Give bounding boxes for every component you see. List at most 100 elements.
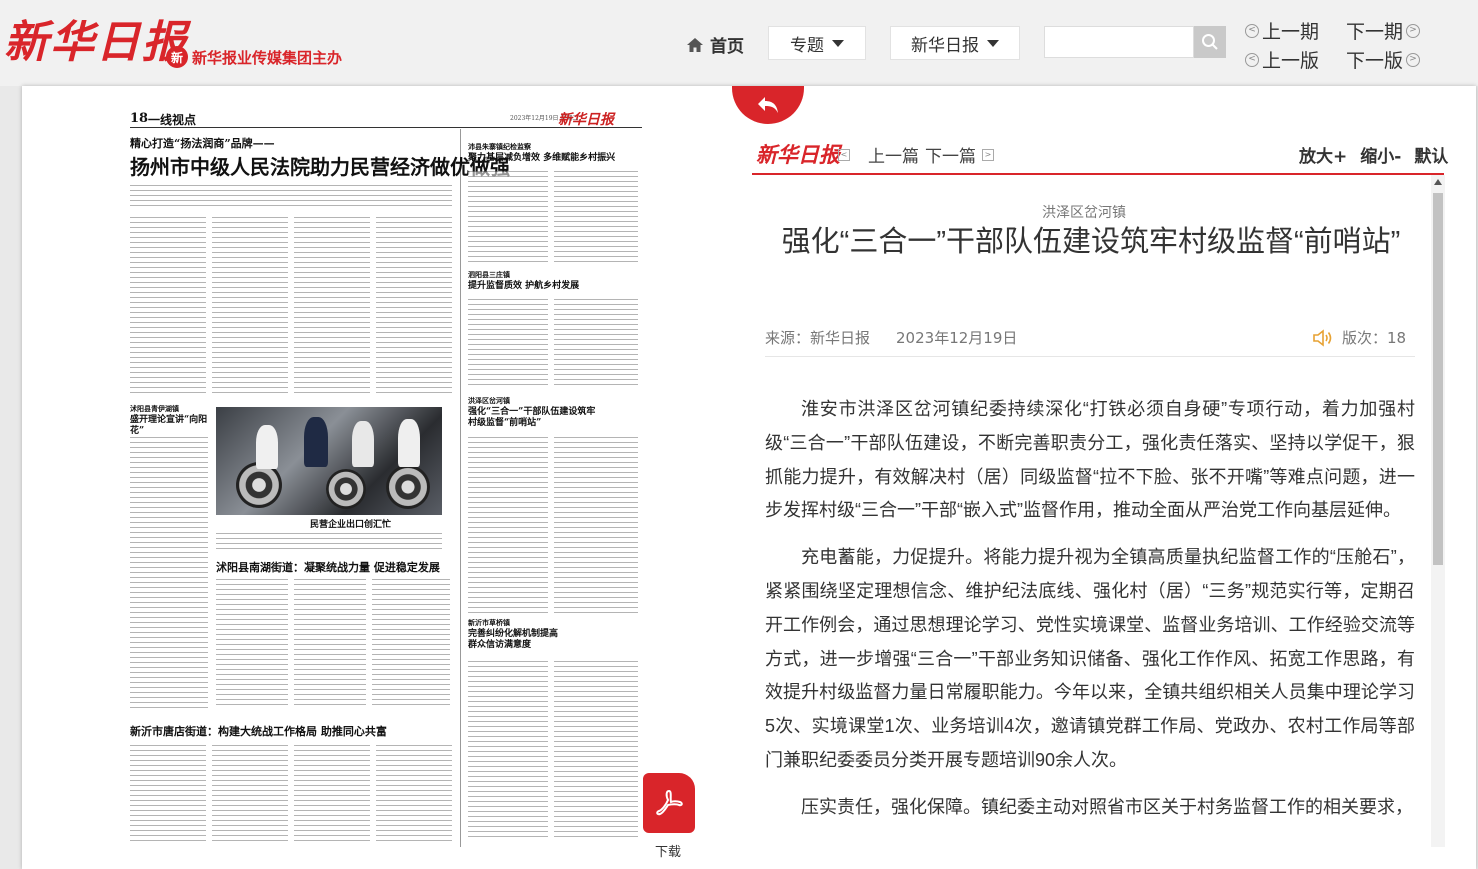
right-kicker-1: 沛县朱寨镇纪检监察	[468, 142, 531, 151]
body-text-block	[130, 437, 208, 709]
chevron-right-icon: >	[982, 148, 994, 161]
download-label[interactable]: 下载	[655, 841, 681, 860]
main-headline[interactable]: 扬州市中级人民法院助力民营经济做优做强	[130, 155, 510, 179]
body-text-block	[554, 437, 638, 613]
search-input[interactable]	[1044, 26, 1194, 58]
body-text-block	[468, 661, 548, 841]
news-photo	[216, 407, 442, 515]
scrollbar-thumb[interactable]	[1433, 193, 1443, 565]
article-logo: 新华日报	[756, 142, 840, 167]
body-text-block	[468, 437, 548, 613]
pdf-icon	[656, 789, 683, 816]
body-text-block	[130, 185, 452, 209]
mid-headline[interactable]: 沭阳县南湖街道：凝聚统战力量 促进稳定发展	[216, 561, 440, 574]
pdf-download-button[interactable]	[643, 773, 695, 833]
wheel-shape	[386, 465, 430, 509]
nav-home-link[interactable]: 首页	[686, 32, 744, 57]
divider	[460, 129, 461, 847]
paper-dropdown[interactable]: 新华日报	[890, 26, 1020, 60]
article-source: 来源：新华日报	[765, 329, 871, 347]
top-header: 新华日报 新 新华报业传媒集团主办 首页 专题 新华日报 < 上一期 下一期 >	[0, 0, 1478, 86]
next-page-link[interactable]: 下一版 >	[1346, 46, 1421, 73]
sponsor-text: 新华报业传媒集团主办	[192, 48, 343, 67]
article-scrollbar[interactable]	[1431, 175, 1445, 847]
right-headline-3[interactable]: 强化“三合一”干部队伍建设筑牢村级监督“前哨站”	[468, 407, 598, 429]
right-kicker-2: 泗阳县三庄镇	[468, 270, 510, 279]
divider	[765, 356, 1415, 357]
zoom-controls: 放大+ 缩小- 默认	[1299, 142, 1448, 167]
body-text-block	[294, 217, 370, 393]
sponsor-line: 新 新华报业传媒集团主办	[166, 46, 342, 68]
prev-page-label: 上一版	[1262, 50, 1320, 72]
prev-issue-link[interactable]: < 上一期	[1245, 17, 1319, 44]
xinhua-mark-icon: 新	[166, 46, 188, 68]
main-frame: 18 一线视点 2023年12月19日 星期二 新华日报 精心打造“扬法润商”品…	[22, 86, 1476, 869]
body-text-block	[554, 299, 638, 385]
prev-issue-label: 上一期	[1262, 21, 1320, 43]
divider	[130, 127, 642, 128]
search-box	[1044, 26, 1226, 58]
right-kicker-3: 洪泽区岔河镇	[468, 396, 510, 405]
body-text-block	[212, 217, 288, 393]
article-paragraph: 淮安市洪泽区岔河镇纪委持续深化“打铁必须自身硬”专项行动，着力加强村级“三合一”…	[765, 399, 1415, 521]
article-date: 2023年12月19日	[896, 329, 1018, 347]
zoom-out-button[interactable]: 缩小-	[1360, 142, 1401, 167]
right-kicker-4: 新沂市草桥镇	[468, 618, 510, 627]
zoom-in-button[interactable]: 放大+	[1299, 142, 1347, 167]
right-headline-1[interactable]: 聚力基层减负增效 多维赋能乡村振兴	[468, 153, 638, 164]
scroll-up-icon[interactable]	[1434, 179, 1442, 185]
body-text-block	[376, 217, 452, 393]
body-text-block	[216, 579, 288, 707]
article-paragraph: 充电蓄能，力促提升。将能力提升视为全镇高质量执纪监督工作的“压舱石”，紧紧围绕坚…	[765, 547, 1415, 770]
article-page-label: 版次：18	[1342, 329, 1407, 347]
back-button[interactable]	[732, 86, 804, 124]
right-headline-4[interactable]: 完善纠纷化解机制提高群众信访满意度	[468, 629, 558, 651]
article-meta: 来源：新华日报 2023年12月19日	[765, 327, 1017, 348]
main-kicker: 精心打造“扬法润商”品牌——	[130, 137, 275, 150]
body-text-block	[294, 579, 366, 707]
speaker-icon[interactable]	[1312, 328, 1334, 347]
page-number: 18	[130, 111, 149, 126]
body-text-block	[376, 745, 452, 841]
body-text-block	[468, 299, 548, 385]
next-page-label: 下一版	[1346, 50, 1404, 72]
site-logo[interactable]: 新华日报	[4, 6, 188, 70]
chevron-left-icon: <	[838, 148, 850, 161]
body-text-block	[212, 745, 288, 841]
body-text-block	[554, 171, 638, 263]
wheel-shape	[326, 469, 366, 509]
body-text-block	[216, 533, 442, 549]
next-issue-label: 下一期	[1346, 21, 1404, 43]
body-text-block	[554, 661, 638, 841]
divider	[752, 173, 1444, 175]
article-paragraph: 压实责任，强化保障。镇纪委主动对照省市区关于村务监督工作的相关要求，	[801, 796, 1413, 817]
body-text-block	[130, 217, 206, 393]
body-text-block	[468, 171, 548, 263]
worker-figure	[304, 417, 328, 467]
search-button[interactable]	[1194, 26, 1226, 58]
page-logo: 新华日报	[558, 112, 614, 128]
chevron-left-icon: <	[1245, 52, 1259, 67]
body-text-block	[372, 579, 450, 707]
next-issue-link[interactable]: 下一期 >	[1346, 17, 1421, 44]
chevron-down-icon	[832, 39, 844, 47]
chevron-left-icon: <	[1245, 23, 1259, 38]
newspaper-page-image[interactable]: 18 一线视点 2023年12月19日 星期二 新华日报 精心打造“扬法润商”品…	[130, 105, 642, 847]
left-headline[interactable]: 盛开理论宣讲“向阳花”	[130, 415, 210, 437]
topic-dropdown-label: 专题	[790, 35, 824, 56]
bottom-headline[interactable]: 新沂市唐店街道：构建大统战工作格局 助推同心共富	[130, 725, 387, 738]
article-nav: < 上一篇 下一篇 >	[838, 142, 994, 167]
prev-page-link[interactable]: < 上一版	[1245, 46, 1319, 73]
page-section: 一线视点	[148, 113, 197, 127]
nav-home-label: 首页	[710, 37, 744, 57]
zoom-default-button[interactable]: 默认	[1414, 142, 1448, 167]
article-kicker: 洪泽区岔河镇	[1042, 204, 1126, 220]
next-article-link[interactable]: 下一篇	[925, 142, 976, 167]
body-text-block	[294, 745, 370, 841]
left-kicker: 沭阳县青伊湖镇	[130, 404, 179, 413]
prev-article-link[interactable]: 上一篇	[868, 142, 919, 167]
return-arrow-icon	[758, 97, 778, 113]
home-icon	[687, 37, 703, 52]
topic-dropdown[interactable]: 专题	[768, 26, 866, 60]
right-headline-2[interactable]: 提升监督质效 护航乡村发展	[468, 281, 638, 292]
